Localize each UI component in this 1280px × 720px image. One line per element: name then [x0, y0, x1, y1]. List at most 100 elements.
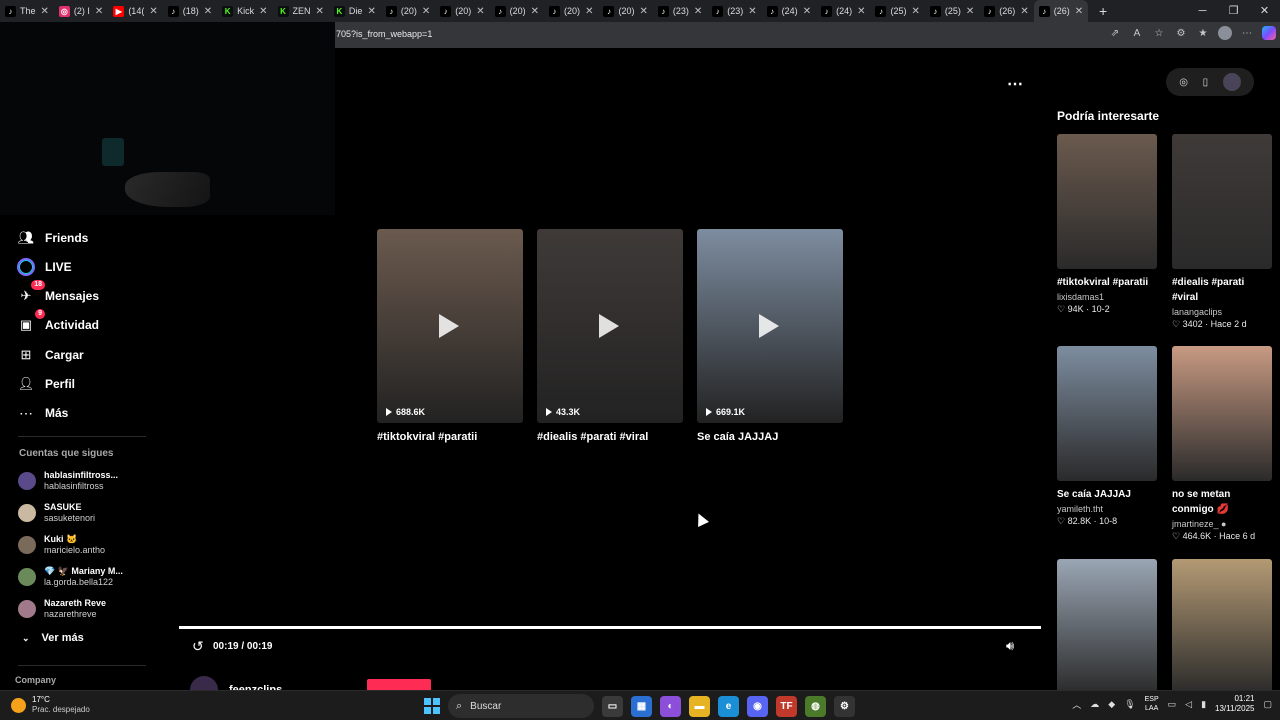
following-account[interactable]: Kuki 🐱 maricielo.antho: [18, 530, 105, 560]
close-tab-icon[interactable]: ✕: [694, 6, 702, 17]
close-tab-icon[interactable]: ✕: [639, 6, 647, 17]
app-gear-icon[interactable]: ⚙: [834, 695, 855, 717]
sidebar-item-mensajes[interactable]: ✈ 18 Mensajes: [16, 280, 99, 307]
onedrive-icon[interactable]: ☁: [1090, 699, 1099, 710]
video-author[interactable]: lanangaclips: [1172, 307, 1272, 317]
browser-tab[interactable]: ♪ (20) ✕: [435, 0, 489, 22]
suggested-video-card[interactable]: [1057, 559, 1157, 694]
see-more-button[interactable]: ⌄ Ver más: [22, 632, 84, 644]
weather-widget[interactable]: 17°C Prac. despejado: [11, 695, 90, 715]
related-video-card[interactable]: 688.6K #tiktokviral #paratii: [377, 229, 523, 443]
following-account[interactable]: SASUKE sasuketenori: [18, 498, 95, 528]
app-tray-icon[interactable]: ◆: [1108, 699, 1115, 710]
video-caption[interactable]: #diealis #parati #viral: [1172, 275, 1272, 305]
browser-tab[interactable]: ♪ (23) ✕: [707, 0, 761, 22]
settings-menu-icon[interactable]: ⋯: [1240, 28, 1254, 39]
compass-icon[interactable]: ◎: [1179, 77, 1188, 88]
browser-tab[interactable]: ♪ (26) ✕: [1033, 0, 1089, 22]
browser-tab[interactable]: ♪ (25) ✕: [925, 0, 979, 22]
browser-tab[interactable]: ♪ The ✕: [0, 0, 54, 22]
clock[interactable]: 01:21 13/11/2025: [1215, 694, 1254, 714]
video-caption[interactable]: #tiktokviral #paratii: [1057, 275, 1157, 290]
avatar[interactable]: [18, 472, 36, 490]
video-progress-bar[interactable]: [179, 626, 1041, 629]
tray-chevron-icon[interactable]: ︿: [1072, 698, 1081, 711]
video-thumbnail[interactable]: [1057, 559, 1157, 694]
windows-start-icon[interactable]: [424, 698, 440, 714]
sidebar-item-ms[interactable]: ⋯ Más: [16, 402, 68, 424]
close-tab-icon[interactable]: ✕: [857, 6, 865, 17]
video-author[interactable]: lixisdamas1: [1057, 292, 1157, 302]
taskbar-search[interactable]: ⌕ Buscar: [448, 694, 594, 718]
browser-tab[interactable]: K Kick ✕: [217, 0, 272, 22]
video-thumbnail[interactable]: [1172, 134, 1272, 269]
browser-tab[interactable]: ♪ (20) ✕: [544, 0, 598, 22]
company-link[interactable]: Company: [15, 675, 56, 685]
browser-tab[interactable]: ♪ (23) ✕: [653, 0, 707, 22]
video-caption[interactable]: Se caía JAJJAJ: [697, 431, 843, 443]
minimize-button[interactable]: ─: [1187, 0, 1218, 22]
close-tab-icon[interactable]: ✕: [1075, 6, 1083, 17]
close-tab-icon[interactable]: ✕: [803, 6, 811, 17]
video-caption[interactable]: #diealis #parati #viral: [537, 431, 683, 443]
replay-icon[interactable]: ↺: [192, 638, 204, 655]
close-tab-icon[interactable]: ✕: [476, 6, 484, 17]
browser-tab[interactable]: ▶ (14(✕: [108, 0, 162, 22]
video-thumbnail[interactable]: [1057, 346, 1157, 481]
browser-tab[interactable]: ♪ (18) ✕: [163, 0, 217, 22]
suggested-video-card[interactable]: Se caía JAJJAJ yamileth.tht ♡ 82.8K · 10-8: [1057, 346, 1157, 527]
new-tab-button[interactable]: +: [1094, 3, 1112, 19]
video-thumbnail[interactable]: [1172, 559, 1272, 694]
language-indicator[interactable]: ESP LAA: [1145, 695, 1159, 713]
task-view-icon[interactable]: ▭: [602, 695, 623, 717]
close-tab-icon[interactable]: ✕: [149, 6, 157, 17]
close-tab-icon[interactable]: ✕: [1020, 6, 1028, 17]
sidebar-item-actividad[interactable]: ▣ 9 Actividad: [16, 309, 99, 336]
suggested-video-card[interactable]: #diealis #parati #viral lanangaclips ♡ 340…: [1172, 134, 1272, 330]
close-tab-icon[interactable]: ✕: [95, 6, 103, 17]
favorite-star-icon[interactable]: ☆: [1152, 28, 1166, 39]
notification-icon[interactable]: ▢: [1263, 699, 1272, 710]
browser-tab[interactable]: K ZEN ✕: [273, 0, 329, 22]
close-tab-icon[interactable]: ✕: [966, 6, 974, 17]
copilot-icon[interactable]: [1262, 26, 1276, 40]
copilot-app-icon[interactable]: ◐: [660, 695, 681, 717]
following-account[interactable]: Nazareth Reve nazarethreve: [18, 594, 106, 624]
close-tab-icon[interactable]: ✕: [204, 6, 212, 17]
browser-tab[interactable]: K Die ✕: [329, 0, 381, 22]
avatar[interactable]: [18, 600, 36, 618]
avatar[interactable]: [18, 568, 36, 586]
app-green-icon[interactable]: ◍: [805, 695, 826, 717]
browser-tab[interactable]: ♪ (26) ✕: [979, 0, 1033, 22]
follow-button[interactable]: [367, 679, 431, 690]
profile-avatar[interactable]: [1218, 26, 1232, 40]
edge-icon[interactable]: e: [718, 695, 739, 717]
suggested-video-card[interactable]: no se metan conmigo 💋 jmartineze_ ● ♡ 464.…: [1172, 346, 1272, 542]
maximize-button[interactable]: ❐: [1218, 0, 1249, 22]
browser-tab[interactable]: ♪ (24) ✕: [816, 0, 870, 22]
close-tab-icon[interactable]: ✕: [748, 6, 756, 17]
close-tab-icon[interactable]: ✕: [41, 6, 49, 17]
video-thumbnail[interactable]: [1172, 346, 1272, 481]
suggested-video-card[interactable]: #tiktokviral #paratii lixisdamas1 ♡ 94K · …: [1057, 134, 1157, 315]
avatar[interactable]: [18, 504, 36, 522]
related-video-card[interactable]: 43.3K #diealis #parati #viral: [537, 229, 683, 443]
following-account[interactable]: 💎 🦅 Mariany M... la.gorda.bella122: [18, 562, 123, 592]
close-tab-icon[interactable]: ✕: [316, 6, 324, 17]
sidebar-item-perfil[interactable]: 👤︎ Perfil: [16, 373, 75, 395]
video-author[interactable]: jmartineze_ ●: [1172, 519, 1272, 529]
video-thumbnail[interactable]: 43.3K: [537, 229, 683, 423]
sidebar-item-friends[interactable]: 👥︎ Friends: [16, 227, 89, 249]
extensions-icon[interactable]: ⚙: [1174, 28, 1188, 39]
file-explorer-icon[interactable]: ▬: [689, 695, 710, 717]
user-avatar[interactable]: [1222, 73, 1241, 91]
video-thumbnail[interactable]: 688.6K: [377, 229, 523, 423]
sidebar-item-live[interactable]: LIVE: [16, 256, 72, 278]
video-author[interactable]: yamileth.tht: [1057, 504, 1157, 514]
favorites-icon[interactable]: ★: [1196, 28, 1210, 39]
close-tab-icon[interactable]: ✕: [585, 6, 593, 17]
read-aloud-icon[interactable]: A: [1130, 28, 1144, 39]
suggested-video-card[interactable]: [1172, 559, 1272, 694]
following-account[interactable]: hablasinfiltross... hablasinfiltross: [18, 466, 118, 496]
more-options-button[interactable]: ⋯: [1007, 74, 1024, 94]
